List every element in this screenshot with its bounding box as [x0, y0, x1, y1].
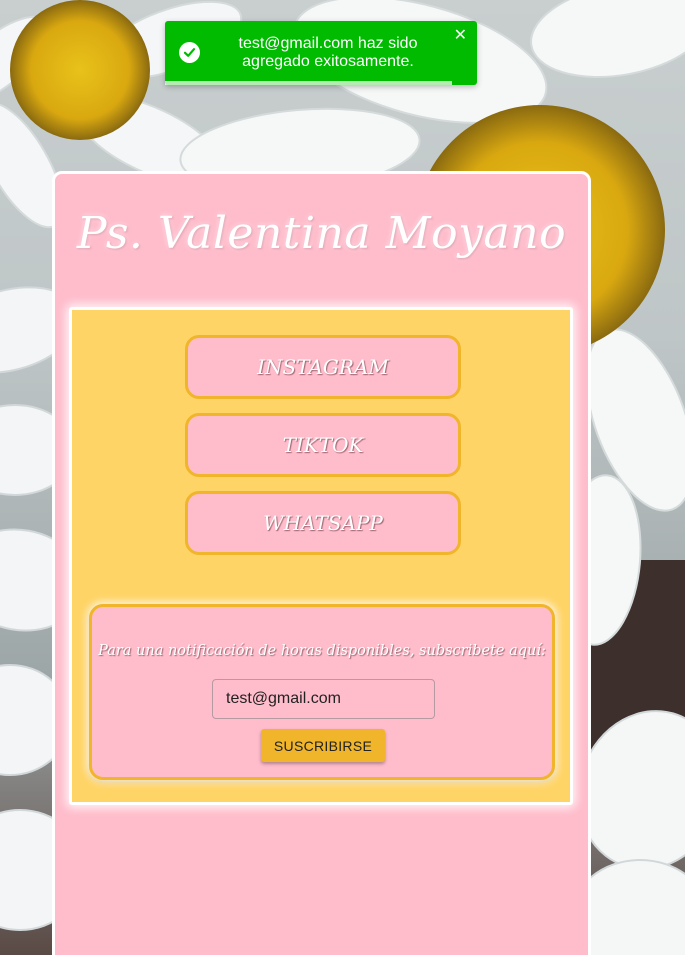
toast-progress-bar — [165, 81, 453, 85]
page-title: Ps. Valentina Moyano — [76, 208, 567, 259]
close-icon[interactable]: ✕ — [454, 28, 467, 44]
profile-card: Ps. Valentina Moyano INSTAGRAM TIKTOK WH… — [52, 171, 591, 955]
subscribe-button[interactable]: SUSCRIBIRSE — [261, 729, 385, 762]
email-field[interactable] — [212, 679, 435, 719]
toast-message: test@gmail.com haz sido agregado exitosa… — [238, 35, 418, 70]
tiktok-button[interactable]: TIKTOK — [185, 413, 461, 477]
links-panel: INSTAGRAM TIKTOK WHATSAPP Para una notif… — [69, 307, 573, 805]
whatsapp-button[interactable]: WHATSAPP — [185, 491, 461, 555]
subscribe-box: Para una notificación de horas disponibl… — [89, 604, 555, 780]
check-circle-icon — [179, 42, 200, 63]
success-toast: test@gmail.com haz sido agregado exitosa… — [165, 21, 477, 85]
subscribe-prompt: Para una notificación de horas disponibl… — [98, 643, 546, 659]
instagram-button[interactable]: INSTAGRAM — [185, 335, 461, 399]
